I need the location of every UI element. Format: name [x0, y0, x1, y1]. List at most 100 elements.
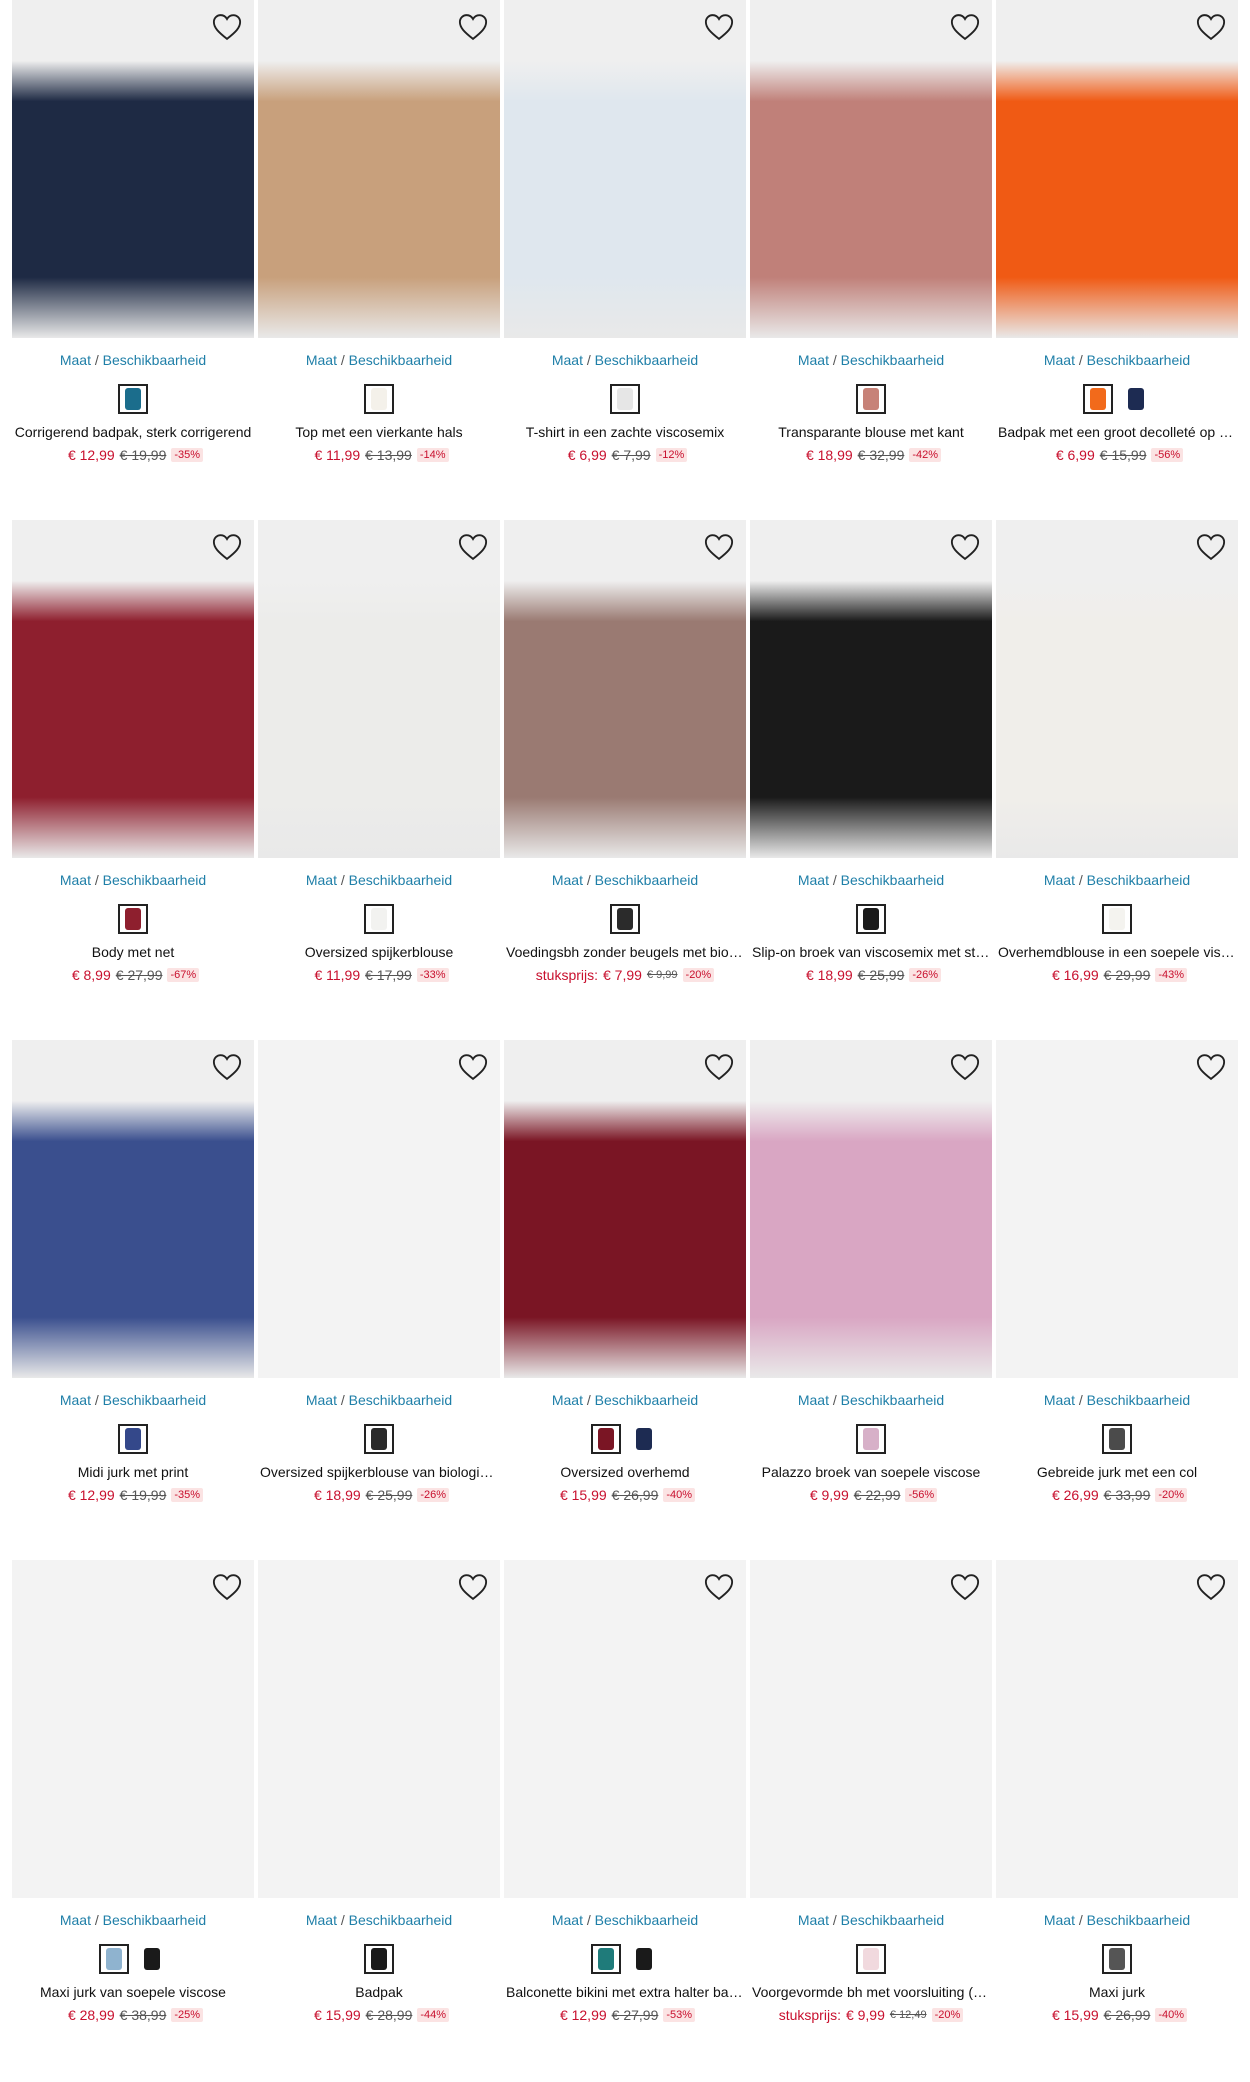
- size-link[interactable]: Maat: [1044, 1912, 1075, 1928]
- product-image[interactable]: [258, 1040, 500, 1378]
- product-card[interactable]: Maat / Beschikbaarheid Voedingsbh zonder…: [504, 520, 746, 984]
- color-swatch[interactable]: [364, 1944, 394, 1974]
- color-swatch[interactable]: [118, 384, 148, 414]
- product-card[interactable]: Maat / Beschikbaarheid Maxi jurk € 15,99…: [996, 1560, 1238, 2024]
- product-image[interactable]: [750, 1040, 992, 1378]
- size-availability-link[interactable]: Maat / Beschikbaarheid: [996, 352, 1238, 370]
- color-swatch[interactable]: [1102, 1944, 1132, 1974]
- size-link[interactable]: Maat: [552, 1392, 583, 1408]
- availability-link[interactable]: Beschikbaarheid: [103, 1392, 207, 1408]
- wishlist-heart-button[interactable]: [948, 1570, 982, 1604]
- wishlist-heart-button[interactable]: [210, 10, 244, 44]
- wishlist-heart-button[interactable]: [1194, 1050, 1228, 1084]
- availability-link[interactable]: Beschikbaarheid: [103, 1912, 207, 1928]
- product-card[interactable]: Maat / Beschikbaarheid Oversized overhem…: [504, 1040, 746, 1504]
- product-card[interactable]: Maat / Beschikbaarheid Badpak met een gr…: [996, 0, 1238, 464]
- availability-link[interactable]: Beschikbaarheid: [349, 1912, 453, 1928]
- size-availability-link[interactable]: Maat / Beschikbaarheid: [258, 352, 500, 370]
- product-card[interactable]: Maat / Beschikbaarheid Voorgevormde bh m…: [750, 1560, 992, 2024]
- availability-link[interactable]: Beschikbaarheid: [103, 872, 207, 888]
- availability-link[interactable]: Beschikbaarheid: [595, 1392, 699, 1408]
- product-title[interactable]: Midi jurk met print: [12, 1464, 254, 1482]
- product-image[interactable]: [258, 1560, 500, 1898]
- product-card[interactable]: Maat / Beschikbaarheid Midi jurk met pri…: [12, 1040, 254, 1504]
- product-image[interactable]: [504, 1040, 746, 1378]
- product-title[interactable]: Palazzo broek van soepele viscose: [750, 1464, 992, 1482]
- product-title[interactable]: Badpak: [258, 1984, 500, 2002]
- product-image[interactable]: [12, 0, 254, 338]
- size-link[interactable]: Maat: [798, 1912, 829, 1928]
- product-card[interactable]: Maat / Beschikbaarheid Oversized spijker…: [258, 1040, 500, 1504]
- size-availability-link[interactable]: Maat / Beschikbaarheid: [750, 1392, 992, 1410]
- product-title[interactable]: Top met een vierkante hals: [258, 424, 500, 442]
- product-title[interactable]: Maxi jurk: [996, 1984, 1238, 2002]
- product-card[interactable]: Maat / Beschikbaarheid Body met net € 8,…: [12, 520, 254, 984]
- wishlist-heart-button[interactable]: [702, 10, 736, 44]
- size-availability-link[interactable]: Maat / Beschikbaarheid: [504, 872, 746, 890]
- color-swatch[interactable]: [99, 1944, 129, 1974]
- color-swatch[interactable]: [629, 1424, 659, 1454]
- product-card[interactable]: Maat / Beschikbaarheid Corrigerend badpa…: [12, 0, 254, 464]
- product-title[interactable]: Badpak met een groot decolleté op de rug: [996, 424, 1238, 442]
- color-swatch[interactable]: [118, 904, 148, 934]
- color-swatch[interactable]: [364, 1424, 394, 1454]
- color-swatch[interactable]: [610, 904, 640, 934]
- product-title[interactable]: Corrigerend badpak, sterk corrigerend: [12, 424, 254, 442]
- product-image[interactable]: [12, 520, 254, 858]
- size-link[interactable]: Maat: [60, 872, 91, 888]
- product-title[interactable]: Gebreide jurk met een col: [996, 1464, 1238, 1482]
- product-card[interactable]: Maat / Beschikbaarheid Overhemdblouse in…: [996, 520, 1238, 984]
- color-swatch[interactable]: [364, 904, 394, 934]
- availability-link[interactable]: Beschikbaarheid: [1087, 1392, 1191, 1408]
- size-link[interactable]: Maat: [306, 872, 337, 888]
- wishlist-heart-button[interactable]: [456, 10, 490, 44]
- product-title[interactable]: T-shirt in een zachte viscosemix: [504, 424, 746, 442]
- size-link[interactable]: Maat: [60, 352, 91, 368]
- availability-link[interactable]: Beschikbaarheid: [103, 352, 207, 368]
- color-swatch[interactable]: [1102, 1424, 1132, 1454]
- wishlist-heart-button[interactable]: [1194, 10, 1228, 44]
- wishlist-heart-button[interactable]: [702, 1570, 736, 1604]
- size-link[interactable]: Maat: [552, 352, 583, 368]
- availability-link[interactable]: Beschikbaarheid: [841, 352, 945, 368]
- product-image[interactable]: [504, 1560, 746, 1898]
- product-image[interactable]: [258, 520, 500, 858]
- product-image[interactable]: [996, 1040, 1238, 1378]
- availability-link[interactable]: Beschikbaarheid: [841, 1392, 945, 1408]
- product-card[interactable]: Maat / Beschikbaarheid Oversized spijker…: [258, 520, 500, 984]
- size-link[interactable]: Maat: [306, 1392, 337, 1408]
- availability-link[interactable]: Beschikbaarheid: [349, 352, 453, 368]
- product-title[interactable]: Oversized spijkerblouse: [258, 944, 500, 962]
- size-availability-link[interactable]: Maat / Beschikbaarheid: [12, 1392, 254, 1410]
- product-title[interactable]: Slip-on broek van viscosemix met steekza…: [750, 944, 992, 962]
- product-image[interactable]: [750, 0, 992, 338]
- product-title[interactable]: Maxi jurk van soepele viscose: [12, 1984, 254, 2002]
- color-swatch[interactable]: [118, 1424, 148, 1454]
- size-availability-link[interactable]: Maat / Beschikbaarheid: [504, 352, 746, 370]
- product-title[interactable]: Oversized spijkerblouse van biologisch k…: [258, 1464, 500, 1482]
- size-link[interactable]: Maat: [1044, 352, 1075, 368]
- product-image[interactable]: [996, 520, 1238, 858]
- size-availability-link[interactable]: Maat / Beschikbaarheid: [504, 1912, 746, 1930]
- size-availability-link[interactable]: Maat / Beschikbaarheid: [12, 1912, 254, 1930]
- color-swatch[interactable]: [856, 1944, 886, 1974]
- wishlist-heart-button[interactable]: [702, 530, 736, 564]
- size-availability-link[interactable]: Maat / Beschikbaarheid: [750, 872, 992, 890]
- color-swatch[interactable]: [856, 1424, 886, 1454]
- availability-link[interactable]: Beschikbaarheid: [595, 872, 699, 888]
- size-availability-link[interactable]: Maat / Beschikbaarheid: [996, 1912, 1238, 1930]
- size-link[interactable]: Maat: [552, 872, 583, 888]
- product-card[interactable]: Maat / Beschikbaarheid T-shirt in een za…: [504, 0, 746, 464]
- color-swatch[interactable]: [591, 1424, 621, 1454]
- availability-link[interactable]: Beschikbaarheid: [595, 1912, 699, 1928]
- product-image[interactable]: [996, 1560, 1238, 1898]
- size-link[interactable]: Maat: [306, 1912, 337, 1928]
- product-card[interactable]: Maat / Beschikbaarheid Badpak € 15,99 € …: [258, 1560, 500, 2024]
- product-card[interactable]: Maat / Beschikbaarheid Top met een vierk…: [258, 0, 500, 464]
- size-link[interactable]: Maat: [1044, 1392, 1075, 1408]
- availability-link[interactable]: Beschikbaarheid: [349, 872, 453, 888]
- wishlist-heart-button[interactable]: [210, 1570, 244, 1604]
- color-swatch[interactable]: [856, 384, 886, 414]
- wishlist-heart-button[interactable]: [1194, 530, 1228, 564]
- size-availability-link[interactable]: Maat / Beschikbaarheid: [996, 1392, 1238, 1410]
